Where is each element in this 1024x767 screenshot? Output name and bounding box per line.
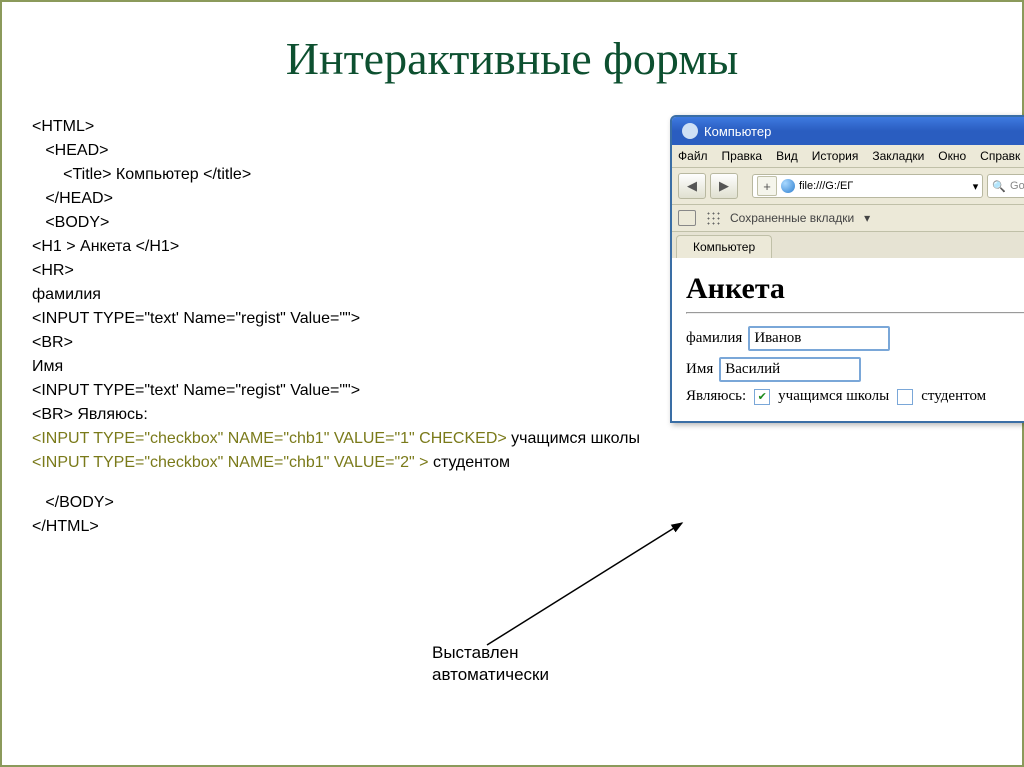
page-heading: Анкета	[686, 272, 1024, 306]
browser-area: Компьютер — □ ✕ Файл Правка Вид История …	[670, 115, 1024, 539]
back-button[interactable]: ◀	[678, 173, 706, 199]
code-line: <INPUT TYPE="checkbox" NAME="chb1" VALUE…	[32, 427, 640, 451]
code-line: <HR>	[32, 259, 640, 283]
tab-computer[interactable]: Компьютер	[676, 235, 772, 258]
code-line: <INPUT TYPE="text' Name="regist" Value="…	[32, 307, 640, 331]
window-title: Компьютер	[704, 124, 771, 139]
code-line: </BODY>	[32, 491, 640, 515]
address-bar[interactable]: + file:///G:/ЕГ ▾	[752, 174, 983, 198]
tabbar: Компьютер +	[672, 232, 1024, 258]
dropdown-icon[interactable]: ▾	[864, 211, 870, 225]
menu-view[interactable]: Вид	[776, 149, 798, 163]
annotation-text: Выставлен автоматически	[432, 642, 549, 686]
menu-window[interactable]: Окно	[938, 149, 966, 163]
label-surname: фамилия	[686, 330, 742, 347]
titlebar: Компьютер — □ ✕	[672, 117, 1024, 145]
search-icon	[992, 180, 1006, 193]
code-line: <INPUT TYPE="text' Name="regist" Value="…	[32, 379, 640, 403]
slide-title: Интерактивные формы	[32, 32, 992, 85]
option-school: учащимся школы	[778, 388, 889, 405]
content-area: <HTML> <HEAD> <Title> Компьютер </title>…	[32, 115, 992, 539]
code-line: <BR> Являюсь:	[32, 403, 640, 427]
code-line: <BR>	[32, 331, 640, 355]
search-box[interactable]: Google	[987, 174, 1024, 198]
browser-window: Компьютер — □ ✕ Файл Правка Вид История …	[670, 115, 1024, 423]
menu-help[interactable]: Справк	[980, 149, 1020, 163]
code-line: <BODY>	[32, 211, 640, 235]
bookmarks-bar: Сохраненные вкладки ▾ »	[672, 205, 1024, 232]
input-surname[interactable]	[748, 326, 890, 351]
globe-icon	[781, 179, 795, 193]
input-name[interactable]	[719, 357, 861, 382]
menu-bookmarks[interactable]: Закладки	[872, 149, 924, 163]
grid-icon[interactable]	[706, 211, 720, 225]
code-line: </HEAD>	[32, 187, 640, 211]
slide-frame: Интерактивные формы <HTML> <HEAD> <Title…	[0, 0, 1024, 767]
label-name: Имя	[686, 361, 713, 378]
code-line: <Title> Компьютер </title>	[32, 163, 640, 187]
menu-file[interactable]: Файл	[678, 149, 708, 163]
url-text: file:///G:/ЕГ	[799, 180, 853, 192]
code-line: <HEAD>	[32, 139, 640, 163]
checkbox-school[interactable]: ✔	[754, 389, 770, 405]
checkbox-student[interactable]	[897, 389, 913, 405]
menu-history[interactable]: История	[812, 149, 859, 163]
app-icon	[682, 123, 698, 139]
code-line: <H1 > Анкета </H1>	[32, 235, 640, 259]
option-student: студентом	[921, 388, 986, 405]
code-line: <HTML>	[32, 115, 640, 139]
code-line: <INPUT TYPE="checkbox" NAME="chb1" VALUE…	[32, 451, 640, 475]
page-content: Анкета фамилия Имя Являюсь: ✔ учащимся ш…	[672, 258, 1024, 421]
forward-button[interactable]: ▶	[710, 173, 738, 199]
menubar: Файл Правка Вид История Закладки Окно Сп…	[672, 145, 1024, 168]
add-button[interactable]: +	[757, 176, 777, 196]
search-placeholder: Google	[1010, 180, 1024, 192]
saved-tabs-label[interactable]: Сохраненные вкладки	[730, 211, 854, 225]
dropdown-icon[interactable]: ▾	[973, 180, 979, 193]
menu-edit[interactable]: Правка	[722, 149, 763, 163]
code-line: Имя	[32, 355, 640, 379]
bookmarks-icon[interactable]	[678, 210, 696, 226]
toolbar: ◀ ▶ + file:///G:/ЕГ ▾ Google »	[672, 168, 1024, 205]
label-am: Являюсь:	[686, 388, 746, 405]
horizontal-rule	[686, 312, 1024, 314]
code-line: фамилия	[32, 283, 640, 307]
code-line: </HTML>	[32, 515, 640, 539]
code-listing: <HTML> <HEAD> <Title> Компьютер </title>…	[32, 115, 640, 539]
